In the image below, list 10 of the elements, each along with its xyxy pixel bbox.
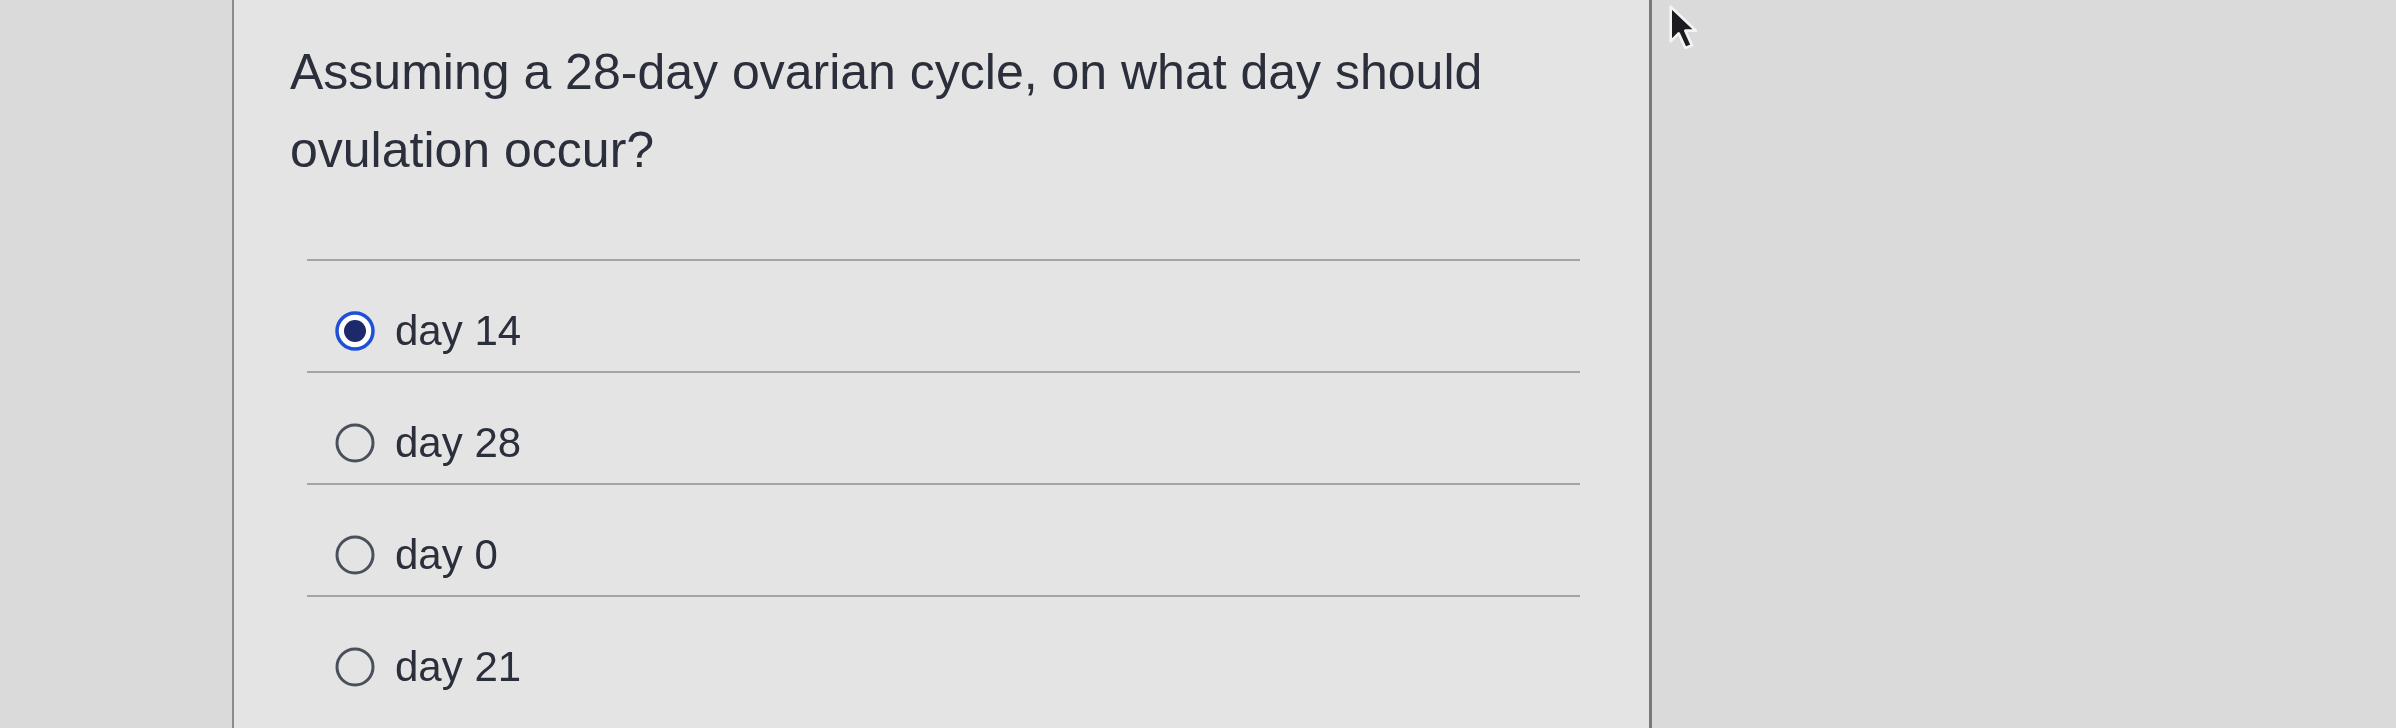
answer-option[interactable]: day 28 — [335, 413, 522, 473]
radio-button[interactable] — [335, 423, 375, 463]
question-text: Assuming a 28-day ovarian cycle, on what day should ovulation occur? — [290, 43, 1484, 180]
mouse-pointer-icon — [1668, 4, 1700, 52]
radio-button[interactable] — [335, 647, 375, 687]
radio-button[interactable] — [335, 311, 375, 351]
answer-option[interactable]: day 21 — [335, 637, 522, 697]
answer-option[interactable]: day 0 — [335, 525, 498, 585]
radio-button[interactable] — [335, 535, 375, 575]
answer-option[interactable]: day 14 — [335, 301, 522, 361]
